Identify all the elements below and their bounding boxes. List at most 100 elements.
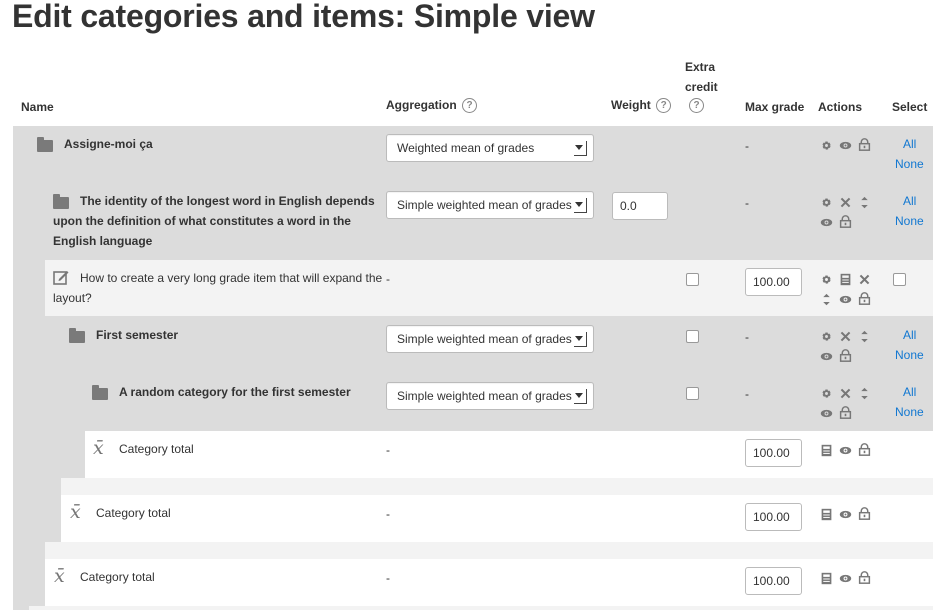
chevron-down-icon <box>574 389 587 404</box>
chevron-down-icon <box>574 198 587 213</box>
question-circle-icon[interactable]: ? <box>689 98 704 114</box>
close-icon[interactable] <box>839 387 852 400</box>
gear-icon[interactable] <box>820 387 833 400</box>
lock-icon[interactable] <box>858 292 871 305</box>
question-circle-icon[interactable]: ? <box>462 98 478 114</box>
eye-icon[interactable] <box>839 444 852 457</box>
close-icon[interactable] <box>839 196 852 209</box>
column-header-name: Name <box>21 100 54 114</box>
move-icon[interactable] <box>858 196 871 209</box>
column-header-select: Select <box>892 100 928 114</box>
chevron-down-icon <box>574 141 587 156</box>
column-header-extra-credit-line2: credit <box>685 80 718 94</box>
aggregation-select-value: Weighted mean of grades <box>397 141 535 155</box>
column-header-weight-label: Weight <box>611 98 651 112</box>
eye-icon[interactable] <box>820 216 833 229</box>
eye-icon[interactable] <box>820 350 833 363</box>
grade-item-name-line2: layout? <box>53 291 92 305</box>
max-grade-input[interactable]: 100.00 <box>745 503 802 531</box>
category-total-name: Category total <box>119 442 194 456</box>
extra-credit-checkbox[interactable] <box>686 330 699 343</box>
select-all-link[interactable]: All <box>903 137 916 151</box>
aggregation-select[interactable]: Weighted mean of grades <box>386 134 594 162</box>
grade-item-name-line1: How to create a very long grade item tha… <box>80 271 383 285</box>
move-icon[interactable] <box>858 330 871 343</box>
select-all-link[interactable]: All <box>903 328 916 342</box>
calculator-icon[interactable] <box>820 572 833 585</box>
category-total-name: Category total <box>80 570 155 584</box>
max-grade-input[interactable]: 100.00 <box>745 567 802 595</box>
category-total-row-bg <box>61 495 933 542</box>
select-all-link[interactable]: All <box>903 385 916 399</box>
lock-icon[interactable] <box>839 215 852 228</box>
eye-icon[interactable] <box>839 293 852 306</box>
lock-icon[interactable] <box>839 406 852 419</box>
gear-icon[interactable] <box>820 330 833 343</box>
select-none-link[interactable]: None <box>895 405 924 419</box>
folder-icon <box>53 194 69 209</box>
lock-icon[interactable] <box>858 507 871 520</box>
max-grade-value: - <box>745 139 749 153</box>
eye-icon[interactable] <box>839 572 852 585</box>
edit-icon <box>53 269 69 285</box>
folder-icon <box>37 137 53 152</box>
aggregation-value: - <box>386 507 390 521</box>
category-name-line1: The identity of the longest word in Engl… <box>80 194 375 208</box>
select-none-link[interactable]: None <box>895 214 924 228</box>
sigma-total-icon: x̄ <box>54 565 65 587</box>
extra-credit-checkbox[interactable] <box>686 273 699 286</box>
max-grade-input[interactable]: 100.00 <box>745 268 802 296</box>
level1-bottom-band <box>29 606 933 610</box>
column-header-max-grade: Max grade <box>745 100 805 114</box>
max-grade-value: - <box>745 330 749 344</box>
weight-input[interactable]: 0.0 <box>612 192 668 220</box>
max-grade-value: - <box>745 387 749 401</box>
lock-icon[interactable] <box>858 138 871 151</box>
category-name: Assigne-moi ça <box>64 137 153 151</box>
aggregation-select-value: Simple weighted mean of grades <box>397 389 572 403</box>
category-name: First semester <box>96 328 179 342</box>
aggregation-select[interactable]: Simple weighted mean of grades <box>386 191 594 219</box>
calculator-icon[interactable] <box>839 273 852 286</box>
category-name-line3: English language <box>53 234 153 248</box>
move-icon[interactable] <box>820 293 833 306</box>
category-total-name: Category total <box>96 506 171 520</box>
gear-icon[interactable] <box>820 196 833 209</box>
column-header-aggregation: Aggregation ? <box>386 98 478 114</box>
aggregation-value: - <box>386 272 390 286</box>
chevron-down-icon <box>574 332 587 347</box>
category-total-row-bg <box>85 431 933 478</box>
eye-icon[interactable] <box>839 508 852 521</box>
sigma-total-icon: x̄ <box>70 501 81 523</box>
aggregation-select-value: Simple weighted mean of grades <box>397 198 572 212</box>
column-header-aggregation-label: Aggregation <box>386 98 457 112</box>
category-name-line2: upon the definition of what constitutes … <box>53 214 351 228</box>
lock-icon[interactable] <box>858 443 871 456</box>
select-all-link[interactable]: All <box>903 194 916 208</box>
aggregation-select[interactable]: Simple weighted mean of grades <box>386 382 594 410</box>
aggregation-select[interactable]: Simple weighted mean of grades <box>386 325 594 353</box>
calculator-icon[interactable] <box>820 508 833 521</box>
close-icon[interactable] <box>858 273 871 286</box>
category-name: A random category for the first semester <box>119 385 351 399</box>
lock-icon[interactable] <box>839 349 852 362</box>
lock-icon[interactable] <box>858 571 871 584</box>
question-circle-icon[interactable]: ? <box>656 98 672 114</box>
max-grade-input[interactable]: 100.00 <box>745 439 802 467</box>
column-header-weight: Weight ? <box>611 98 672 114</box>
extra-credit-checkbox[interactable] <box>686 387 699 400</box>
sigma-total-icon: x̄ <box>93 437 104 459</box>
move-icon[interactable] <box>858 387 871 400</box>
select-item-checkbox[interactable] <box>893 273 906 286</box>
select-none-link[interactable]: None <box>895 157 924 171</box>
column-header-extra-credit-line1: Extra <box>685 60 716 74</box>
select-none-link[interactable]: None <box>895 348 924 362</box>
folder-icon <box>92 385 108 400</box>
gear-icon[interactable] <box>820 139 833 152</box>
close-icon[interactable] <box>839 330 852 343</box>
eye-icon[interactable] <box>839 139 852 152</box>
eye-icon[interactable] <box>820 407 833 420</box>
calculator-icon[interactable] <box>820 444 833 457</box>
aggregation-value: - <box>386 443 390 457</box>
gear-icon[interactable] <box>820 273 833 286</box>
